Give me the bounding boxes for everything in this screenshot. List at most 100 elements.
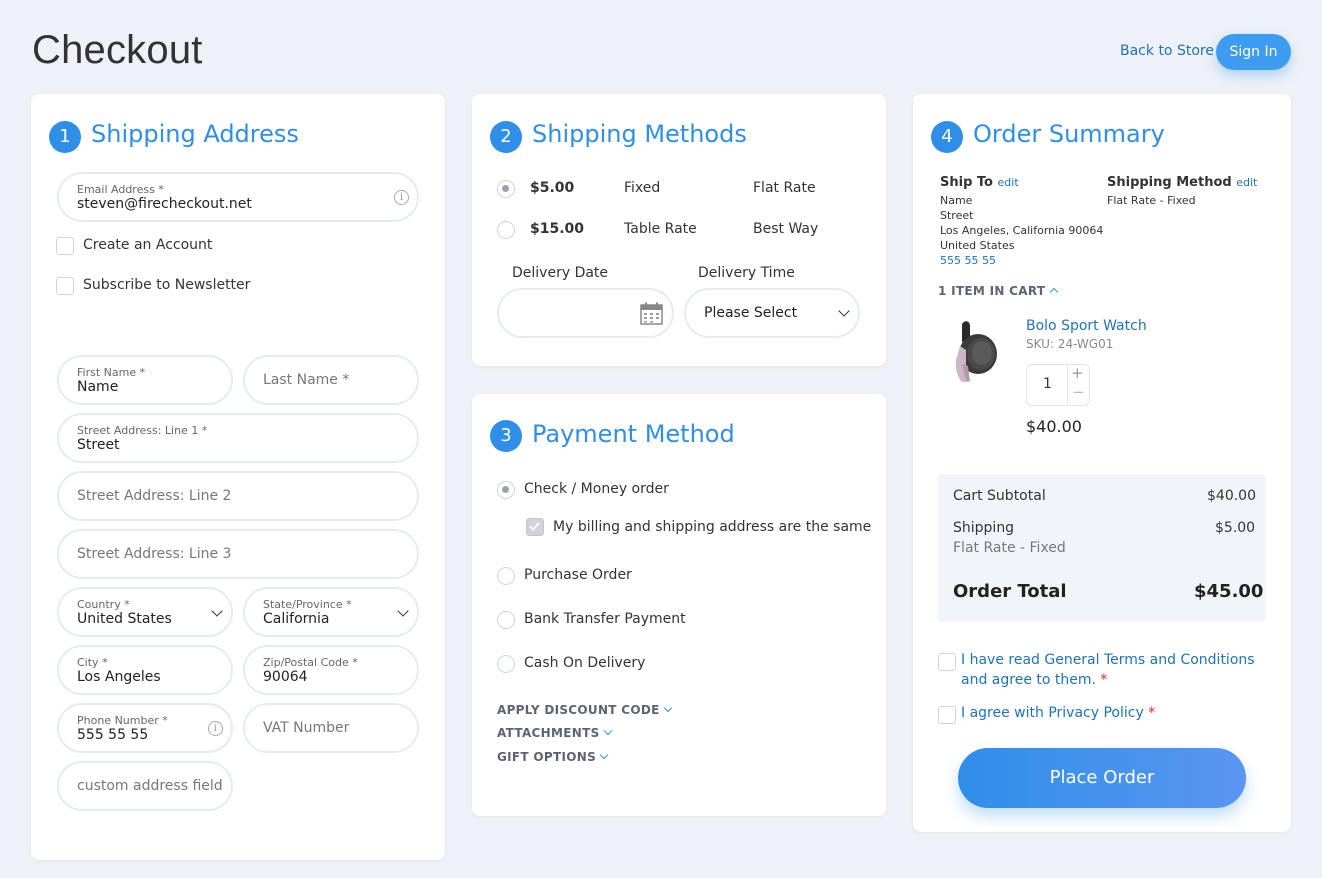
payment-option-radio[interactable]: [497, 611, 515, 629]
street-line1-value: Street: [77, 437, 120, 453]
shipping-value: $5.00: [1215, 520, 1256, 536]
street-line2-placeholder: Street Address: Line 2: [77, 488, 232, 504]
minus-icon[interactable]: −: [1072, 383, 1085, 401]
street-line3-field[interactable]: Street Address: Line 3: [57, 529, 419, 579]
info-icon[interactable]: i: [208, 721, 223, 736]
ship-to-street: Street: [940, 209, 974, 222]
delivery-time-label: Delivery Time: [698, 265, 795, 281]
custom-address-placeholder: custom address field: [77, 778, 223, 794]
billing-same-checkbox[interactable]: [526, 518, 544, 536]
vat-placeholder: VAT Number: [263, 720, 350, 736]
page-title: Checkout: [32, 28, 203, 72]
shipping-methods-title: Shipping Methods: [532, 120, 747, 148]
city-value: Los Angeles: [77, 669, 161, 685]
zip-field[interactable]: Zip/Postal Code * 90064: [243, 645, 419, 695]
state-select[interactable]: State/Province * California: [243, 587, 419, 637]
shipping-option-price: $5.00: [530, 180, 575, 196]
create-account-checkbox[interactable]: [56, 237, 74, 255]
terms-label-line2[interactable]: and agree to them. *: [961, 672, 1107, 688]
delivery-time-select[interactable]: Please Select: [684, 288, 860, 338]
payment-option-label: Bank Transfer Payment: [524, 611, 686, 627]
email-value: steven@firecheckout.net: [77, 196, 252, 212]
privacy-label[interactable]: I agree with Privacy Policy *: [961, 705, 1155, 721]
gift-options-toggle[interactable]: GIFT OPTIONS: [497, 750, 609, 764]
ship-to-name: Name: [940, 194, 973, 207]
subtotal-label: Cart Subtotal: [953, 488, 1046, 504]
check-icon: [529, 522, 540, 531]
state-value: California: [263, 611, 330, 627]
plus-icon[interactable]: +: [1071, 364, 1084, 382]
product-name-link[interactable]: Bolo Sport Watch: [1026, 318, 1147, 334]
sign-in-button[interactable]: Sign In: [1216, 34, 1291, 70]
email-label: Email Address *: [77, 183, 164, 196]
place-order-button[interactable]: Place Order: [958, 748, 1246, 808]
country-label: Country *: [77, 598, 130, 611]
shipping-label: Shipping: [953, 520, 1015, 536]
payment-option-radio[interactable]: [497, 655, 515, 673]
shipping-option-radio[interactable]: [497, 180, 515, 198]
step-number-1: 1: [49, 121, 81, 153]
privacy-checkbox[interactable]: [938, 706, 956, 724]
step-number-2: 2: [490, 121, 522, 153]
payment-option-radio[interactable]: [497, 481, 515, 499]
country-select[interactable]: Country * United States: [57, 587, 233, 637]
shipping-method-value: Flat Rate - Fixed: [1107, 194, 1196, 207]
last-name-field[interactable]: Last Name *: [243, 355, 419, 405]
city-field[interactable]: City * Los Angeles: [57, 645, 233, 695]
terms-label-line1[interactable]: I have read General Terms and Conditions: [961, 652, 1255, 668]
shipping-sublabel: Flat Rate - Fixed: [953, 540, 1066, 556]
product-sku: SKU: 24-WG01: [1026, 337, 1114, 351]
delivery-time-value: Please Select: [704, 305, 798, 321]
shipping-option-price: $15.00: [530, 221, 585, 237]
calendar-icon[interactable]: [640, 302, 663, 325]
items-in-cart-toggle[interactable]: 1 ITEM IN CART: [938, 284, 1059, 298]
payment-option-label: Cash On Delivery: [524, 655, 646, 671]
shipping-option-radio[interactable]: [497, 221, 515, 239]
chevron-down-icon: [211, 605, 223, 617]
shipping-method-edit-link[interactable]: edit: [1236, 176, 1257, 189]
payment-option-radio[interactable]: [497, 567, 515, 585]
shipping-option-carrier: Best Way: [753, 221, 819, 237]
ship-to-city: Los Angeles, California 90064: [940, 224, 1104, 237]
product-image: [955, 321, 997, 382]
phone-value: 555 55 55: [77, 727, 149, 743]
newsletter-checkbox[interactable]: [56, 277, 74, 295]
delivery-date-input[interactable]: [497, 288, 674, 338]
vat-field[interactable]: VAT Number: [243, 703, 419, 753]
email-field[interactable]: Email Address * steven@firecheckout.net …: [57, 172, 419, 222]
custom-address-field[interactable]: custom address field: [57, 761, 233, 811]
phone-field[interactable]: Phone Number * 555 55 55 i: [57, 703, 233, 753]
first-name-field[interactable]: First Name * Name: [57, 355, 233, 405]
first-name-value: Name: [77, 379, 119, 395]
last-name-placeholder: Last Name *: [263, 372, 350, 388]
ship-to-heading: Ship To edit: [940, 175, 1019, 190]
required-marker: *: [1100, 672, 1108, 688]
street-line1-label: Street Address: Line 1 *: [77, 424, 208, 437]
ship-to-phone[interactable]: 555 55 55: [940, 254, 996, 267]
step-number-4: 4: [931, 121, 963, 153]
required-marker: *: [1148, 705, 1156, 721]
quantity-stepper[interactable]: 1 + −: [1026, 364, 1090, 406]
street-line2-field[interactable]: Street Address: Line 2: [57, 471, 419, 521]
subtotal-value: $40.00: [1207, 488, 1256, 504]
apply-discount-toggle[interactable]: APPLY DISCOUNT CODE: [497, 703, 672, 717]
ship-to-country: United States: [940, 239, 1015, 252]
info-icon[interactable]: i: [394, 190, 409, 205]
back-to-store-link[interactable]: Back to Store: [1120, 43, 1214, 59]
chevron-down-icon: [599, 750, 609, 760]
quantity-divider: [1067, 365, 1068, 404]
quantity-value: 1: [1043, 376, 1052, 392]
delivery-date-label: Delivery Date: [512, 265, 609, 281]
payment-option-label: Purchase Order: [524, 567, 632, 583]
payment-option-label: Check / Money order: [524, 481, 669, 497]
payment-method-title: Payment Method: [532, 420, 735, 448]
attachments-toggle[interactable]: ATTACHMENTS: [497, 726, 612, 740]
phone-label: Phone Number *: [77, 714, 168, 727]
ship-to-edit-link[interactable]: edit: [998, 176, 1019, 189]
chevron-down-icon: [603, 726, 612, 736]
shipping-option-method: Table Rate: [624, 221, 697, 237]
terms-checkbox[interactable]: [938, 653, 956, 671]
chevron-down-icon: [397, 605, 409, 617]
street-line1-field[interactable]: Street Address: Line 1 * Street: [57, 413, 419, 463]
zip-value: 90064: [263, 669, 308, 685]
